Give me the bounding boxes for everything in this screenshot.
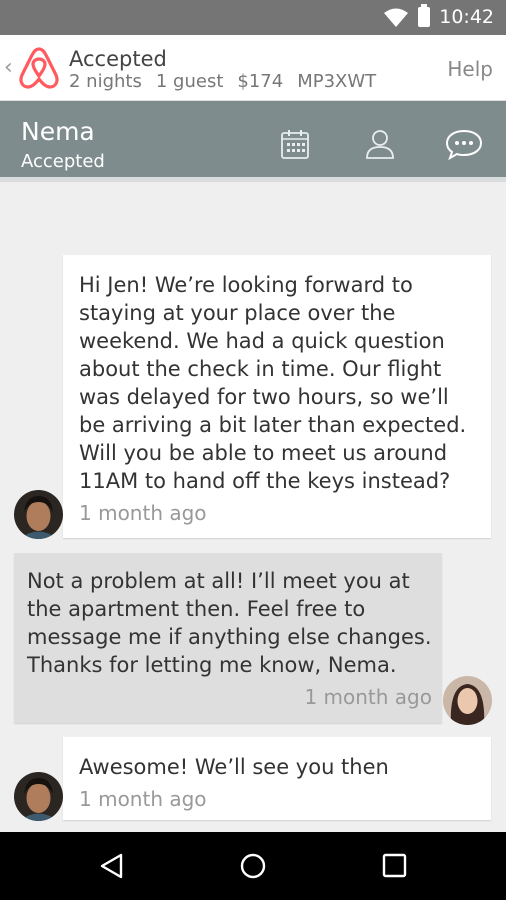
price: $174 — [237, 71, 284, 92]
reservation-details: 2 nights 1 guest $174 MP3XWT — [69, 71, 390, 92]
battery-icon — [418, 4, 430, 27]
guest-name: Nema — [21, 117, 95, 146]
nav-home-icon[interactable] — [239, 852, 267, 880]
message-text: Awesome! We’ll see you then — [79, 755, 389, 779]
guest-status: Accepted — [21, 151, 105, 172]
status-bar: 10:42 — [0, 0, 506, 35]
avatar — [14, 490, 63, 539]
message-text: Hi Jen! We’re looking forward to staying… — [79, 273, 467, 493]
wifi-icon — [384, 8, 408, 27]
message-time: 1 month ago — [79, 787, 207, 811]
reservation-status: Accepted — [69, 47, 167, 71]
navigation-bar — [0, 832, 506, 900]
confirmation-code: MP3XWT — [297, 71, 377, 92]
message-bubble: Hi Jen! We’re looking forward to staying… — [63, 255, 491, 538]
guest-bar: Nema Accepted — [0, 101, 506, 182]
nights-count: 2 nights — [69, 71, 142, 92]
airbnb-logo — [19, 47, 59, 89]
reservation-header: ‹ Accepted 2 nights 1 guest $174 MP3XWT Hel… — [0, 35, 506, 101]
nav-back-icon[interactable] — [98, 852, 126, 880]
avatar — [443, 676, 492, 725]
avatar — [14, 772, 63, 821]
message-text: Not a problem at all! I’ll meet you at t… — [27, 569, 432, 677]
message-time: 1 month ago — [79, 501, 207, 525]
help-link[interactable]: Help — [447, 57, 493, 81]
nav-recents-icon[interactable] — [381, 852, 409, 880]
message-bubble: Not a problem at all! I’ll meet you at t… — [14, 553, 442, 723]
message-bubble: Awesome! We’ll see you then 1 month ago — [63, 737, 491, 820]
back-chevron-icon[interactable]: ‹ — [4, 57, 13, 79]
clock: 10:42 — [439, 6, 494, 28]
message-time: 1 month ago — [304, 685, 432, 709]
calendar-icon[interactable] — [280, 128, 310, 160]
profile-icon[interactable] — [365, 128, 395, 160]
guest-count: 1 guest — [155, 71, 224, 92]
chat-icon[interactable] — [445, 128, 483, 160]
